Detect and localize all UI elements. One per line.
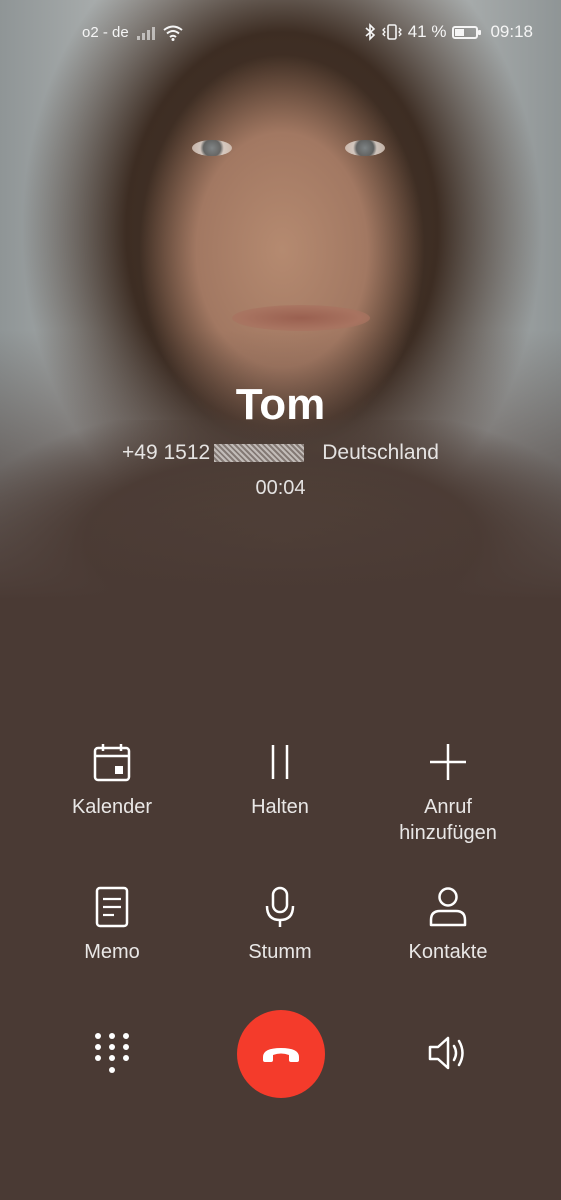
wifi-icon	[163, 25, 183, 41]
in-call-screen: o2 - de 41 % 09:18 Tom +49 1512 Deutschl…	[0, 0, 561, 1200]
contact-name: Tom	[235, 380, 326, 429]
vibrate-icon	[381, 24, 402, 40]
memo-label: Memo	[84, 941, 140, 963]
add-call-label-line2: hinzufügen	[399, 822, 497, 844]
add-call-label-line1: Anruf	[424, 796, 472, 818]
battery-icon	[452, 25, 482, 39]
bluetooth-icon	[365, 23, 375, 41]
calendar-icon	[93, 744, 131, 782]
memo-button[interactable]: Memo	[22, 885, 202, 965]
caller-country: Deutschland	[322, 441, 439, 464]
add-call-button[interactable]: Anruf hinzufügen	[358, 740, 538, 846]
caller-number-row: +49 1512 Deutschland	[0, 441, 561, 465]
microphone-icon	[265, 886, 295, 927]
contacts-label: Kontakte	[408, 941, 488, 963]
photo-left-eye	[192, 140, 232, 156]
contacts-button[interactable]: Kontakte	[358, 885, 538, 965]
redacted-digits	[214, 444, 305, 462]
photo-fade	[0, 330, 561, 600]
pause-icon	[271, 745, 289, 779]
call-duration: 00:04	[255, 477, 306, 499]
signal-icon	[136, 26, 155, 40]
carrier-name: o2 - de	[82, 24, 129, 41]
memo-icon	[95, 886, 129, 928]
person-icon	[429, 887, 467, 927]
dialpad-icon[interactable]	[90, 1030, 134, 1078]
photo-right-eye	[345, 140, 385, 156]
end-call-button[interactable]	[237, 1010, 325, 1098]
speaker-icon[interactable]	[426, 1033, 470, 1073]
mute-label: Stumm	[248, 941, 312, 963]
status-bar: o2 - de 41 % 09:18	[0, 0, 561, 64]
hold-button[interactable]: Halten	[190, 740, 370, 820]
contact-photo	[0, 0, 561, 600]
plus-icon	[430, 744, 466, 780]
battery-percent: 41 %	[407, 22, 447, 41]
calendar-button[interactable]: Kalender	[22, 740, 202, 820]
hold-label: Halten	[251, 796, 309, 818]
clock: 09:18	[490, 22, 533, 41]
mute-button[interactable]: Stumm	[190, 885, 370, 965]
phone-number: +49 1512	[122, 441, 211, 464]
status-bar-left: o2 - de	[82, 24, 183, 41]
calendar-label: Kalender	[71, 796, 153, 818]
photo-mouth	[232, 305, 370, 331]
hang-up-icon	[263, 1048, 299, 1062]
status-bar-right: 41 % 09:18	[364, 22, 533, 42]
